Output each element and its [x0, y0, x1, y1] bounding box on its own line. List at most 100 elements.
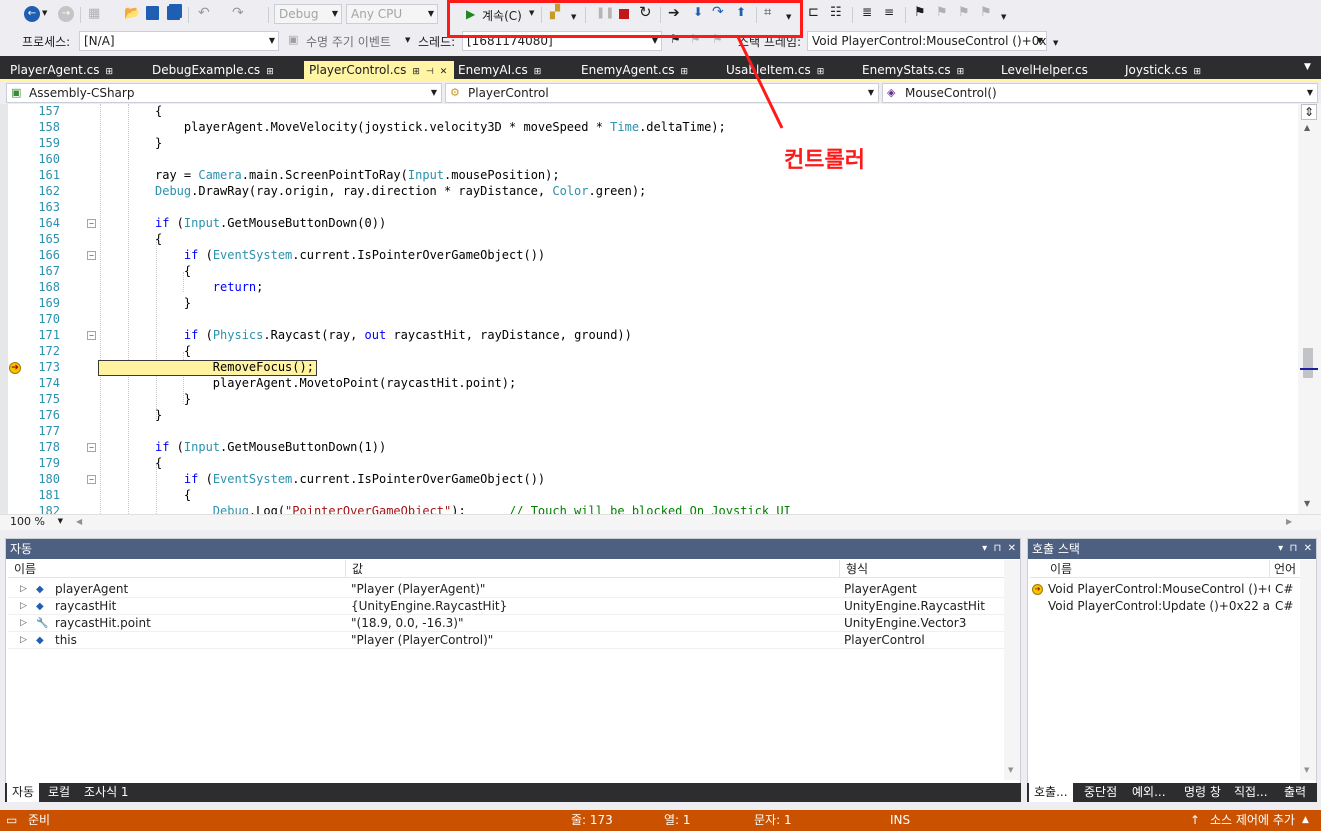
scroll-down-icon[interactable]: ▼	[1304, 500, 1310, 508]
collapse-toggle-icon[interactable]: −	[87, 331, 96, 340]
dropdown-arrow-icon[interactable]: ▼	[42, 10, 47, 17]
undo-icon[interactable]: ↶	[198, 6, 210, 20]
save-icon[interactable]	[146, 6, 159, 20]
pin-icon[interactable]: ⊞	[681, 67, 689, 77]
tab-overflow-icon[interactable]: ▼	[1304, 63, 1311, 72]
new-project-icon[interactable]: ▦	[88, 7, 100, 20]
collapse-toggle-icon[interactable]: −	[87, 219, 96, 228]
platform-select[interactable]: Any CPU ▼	[346, 4, 438, 24]
pin-icon[interactable]: ⊞	[957, 67, 965, 77]
threads-icon[interactable]: ☷	[830, 6, 842, 19]
callstack-row[interactable]: Void PlayerControl:Update ()+0x22 at E:\…	[1030, 598, 1300, 615]
var-value[interactable]: "Player (PlayerControl)"	[351, 632, 493, 649]
code-area[interactable]: 157 {158 playerAgent.MoveVelocity(joystic…	[0, 104, 1298, 514]
code-editor[interactable]: 157 {158 playerAgent.MoveVelocity(joystic…	[0, 104, 1321, 514]
code-line[interactable]: }	[155, 407, 162, 423]
code-line[interactable]: {	[155, 343, 191, 359]
pin-icon[interactable]: ⊞	[412, 67, 420, 77]
code-line[interactable]: RemoveFocus();	[155, 359, 314, 375]
tab-enemystats[interactable]: EnemyStats.cs ⊞	[860, 61, 994, 79]
bookmark-icon[interactable]: ⚑	[914, 6, 926, 19]
collapse-toggle-icon[interactable]: −	[87, 251, 96, 260]
save-all-icon[interactable]	[167, 6, 180, 20]
dropdown-arrow-icon[interactable]: ▼	[405, 37, 410, 44]
col-name-header[interactable]: 이름	[8, 560, 346, 578]
open-file-icon[interactable]: 📂	[124, 7, 140, 20]
tab-command[interactable]: 명령 창	[1179, 783, 1226, 802]
tab-usableitem[interactable]: UsableItem.cs ⊞	[724, 61, 858, 79]
editor-vertical-scrollbar[interactable]: ⇕ ▲ ▼	[1298, 104, 1321, 514]
tab-levelhelper[interactable]: LevelHelper.cs	[996, 61, 1116, 79]
redo-icon[interactable]: ↷	[232, 6, 244, 20]
tab-enemyai[interactable]: EnemyAI.cs ⊞	[456, 61, 574, 79]
callstack-row[interactable]: ➔ Void PlayerControl:MouseControl ()+0x..…	[1030, 581, 1300, 598]
unpin-icon[interactable]: ⊣	[426, 67, 434, 77]
project-dropdown[interactable]: ▣ Assembly-CSharp ▼	[6, 83, 442, 103]
pin-icon[interactable]: ⊞	[106, 67, 114, 77]
type-dropdown[interactable]: ⚙ PlayerControl ▼	[445, 83, 879, 103]
upload-arrow-icon[interactable]: ↑	[1190, 810, 1200, 831]
expand-icon[interactable]: ▷	[20, 598, 27, 615]
code-line[interactable]: if (Physics.Raycast(ray, out raycastHit,…	[155, 327, 632, 343]
code-line[interactable]: {	[155, 487, 191, 503]
pin-icon[interactable]: ⊞	[817, 67, 825, 77]
overflow-icon[interactable]: ▼	[1053, 40, 1058, 47]
code-line[interactable]: }	[155, 295, 191, 311]
collapse-toggle-icon[interactable]: −	[87, 443, 96, 452]
code-line[interactable]: }	[155, 135, 162, 151]
split-icon[interactable]: ⇕	[1301, 104, 1317, 120]
scroll-down-icon[interactable]: ▼	[1008, 767, 1013, 774]
col-stack-name-header[interactable]: 이름	[1030, 560, 1270, 578]
pin-icon[interactable]: ⊞	[266, 67, 274, 77]
col-language-header[interactable]: 언어	[1270, 560, 1302, 578]
expand-icon[interactable]: ▷	[20, 581, 27, 598]
scroll-left-icon[interactable]: ◀	[76, 518, 82, 526]
chevron-up-icon[interactable]: ▲	[1302, 810, 1309, 831]
code-line[interactable]: if (Input.GetMouseButtonDown(1))	[155, 439, 386, 455]
var-value[interactable]: "Player (PlayerAgent)"	[351, 581, 485, 598]
tab-autos[interactable]: 자동	[7, 783, 40, 802]
code-line[interactable]: ray = Camera.main.ScreenPointToRay(Input…	[155, 167, 560, 183]
autos-scrollbar[interactable]: ▼	[1004, 560, 1020, 780]
process-select[interactable]: [N/A] ▼	[79, 31, 279, 51]
tab-playercontrol[interactable]: PlayerControl.cs ⊞ ⊣ ✕	[304, 61, 454, 79]
indent-icon[interactable]: ≣	[862, 6, 872, 18]
window-controls-icon[interactable]: ▾ ⊓ ✕	[982, 539, 1016, 559]
tab-output[interactable]: 출력	[1279, 783, 1311, 802]
tab-callstack[interactable]: 호출...	[1029, 783, 1073, 802]
col-type-header[interactable]: 형식	[840, 560, 1006, 578]
autos-row[interactable]: ▷ 🔧 raycastHit.point "(18.9, 0.0, -16.3)" Un…	[8, 615, 1006, 632]
prev-bookmark-icon[interactable]: ⚑	[936, 6, 948, 19]
code-line[interactable]: if (EventSystem.current.IsPointerOverGam…	[155, 247, 545, 263]
code-line[interactable]: return;	[155, 279, 264, 295]
tab-exceptions[interactable]: 예외...	[1127, 783, 1171, 802]
tab-immediate[interactable]: 직접...	[1229, 783, 1273, 802]
autos-row[interactable]: ▷ ◆ raycastHit {UnityEngine.RaycastHit} Unit…	[8, 598, 1006, 615]
code-line[interactable]: if (Input.GetMouseButtonDown(0))	[155, 215, 386, 231]
tab-joystick[interactable]: Joystick.cs ⊞	[1120, 61, 1238, 79]
scroll-right-icon[interactable]: ▶	[1286, 518, 1292, 526]
comment-icon[interactable]: ≡	[884, 6, 894, 18]
code-line[interactable]: playerAgent.MovetoPoint(raycastHit.point…	[155, 375, 516, 391]
lifecycle-events-button[interactable]: 수명 주기 이벤트	[306, 33, 391, 50]
zoom-select[interactable]: 100 % ▼	[6, 515, 66, 530]
code-line[interactable]: Debug.DrawRay(ray.origin, ray.direction …	[155, 183, 646, 199]
autos-row[interactable]: ▷ ◆ playerAgent "Player (PlayerAgent)" Playe…	[8, 581, 1006, 598]
code-line[interactable]: }	[155, 391, 191, 407]
code-line[interactable]: {	[155, 104, 162, 119]
expand-icon[interactable]: ▷	[20, 615, 27, 632]
stackframe-select[interactable]: Void PlayerControl:MouseControl ()+0xc ▼	[807, 31, 1047, 51]
clear-bookmarks-icon[interactable]: ⚑	[980, 6, 992, 19]
code-line[interactable]: {	[155, 455, 162, 471]
overflow-icon[interactable]: ▼	[1001, 14, 1006, 21]
tab-breakpoints[interactable]: 중단점	[1079, 783, 1122, 802]
tab-locals[interactable]: 로컬	[43, 783, 75, 802]
code-line[interactable]: Debug.Log("PointerOverGameObject"); // T…	[155, 503, 791, 514]
col-value-header[interactable]: 값	[346, 560, 840, 578]
pin-icon[interactable]: ⊞	[534, 67, 542, 77]
code-line[interactable]: {	[155, 231, 162, 247]
add-to-source-control-button[interactable]: 소스 제어에 추가	[1210, 810, 1295, 831]
var-value[interactable]: "(18.9, 0.0, -16.3)"	[351, 615, 464, 632]
scroll-thumb[interactable]	[1303, 348, 1313, 378]
member-dropdown[interactable]: ◈ MouseControl() ▼	[882, 83, 1318, 103]
